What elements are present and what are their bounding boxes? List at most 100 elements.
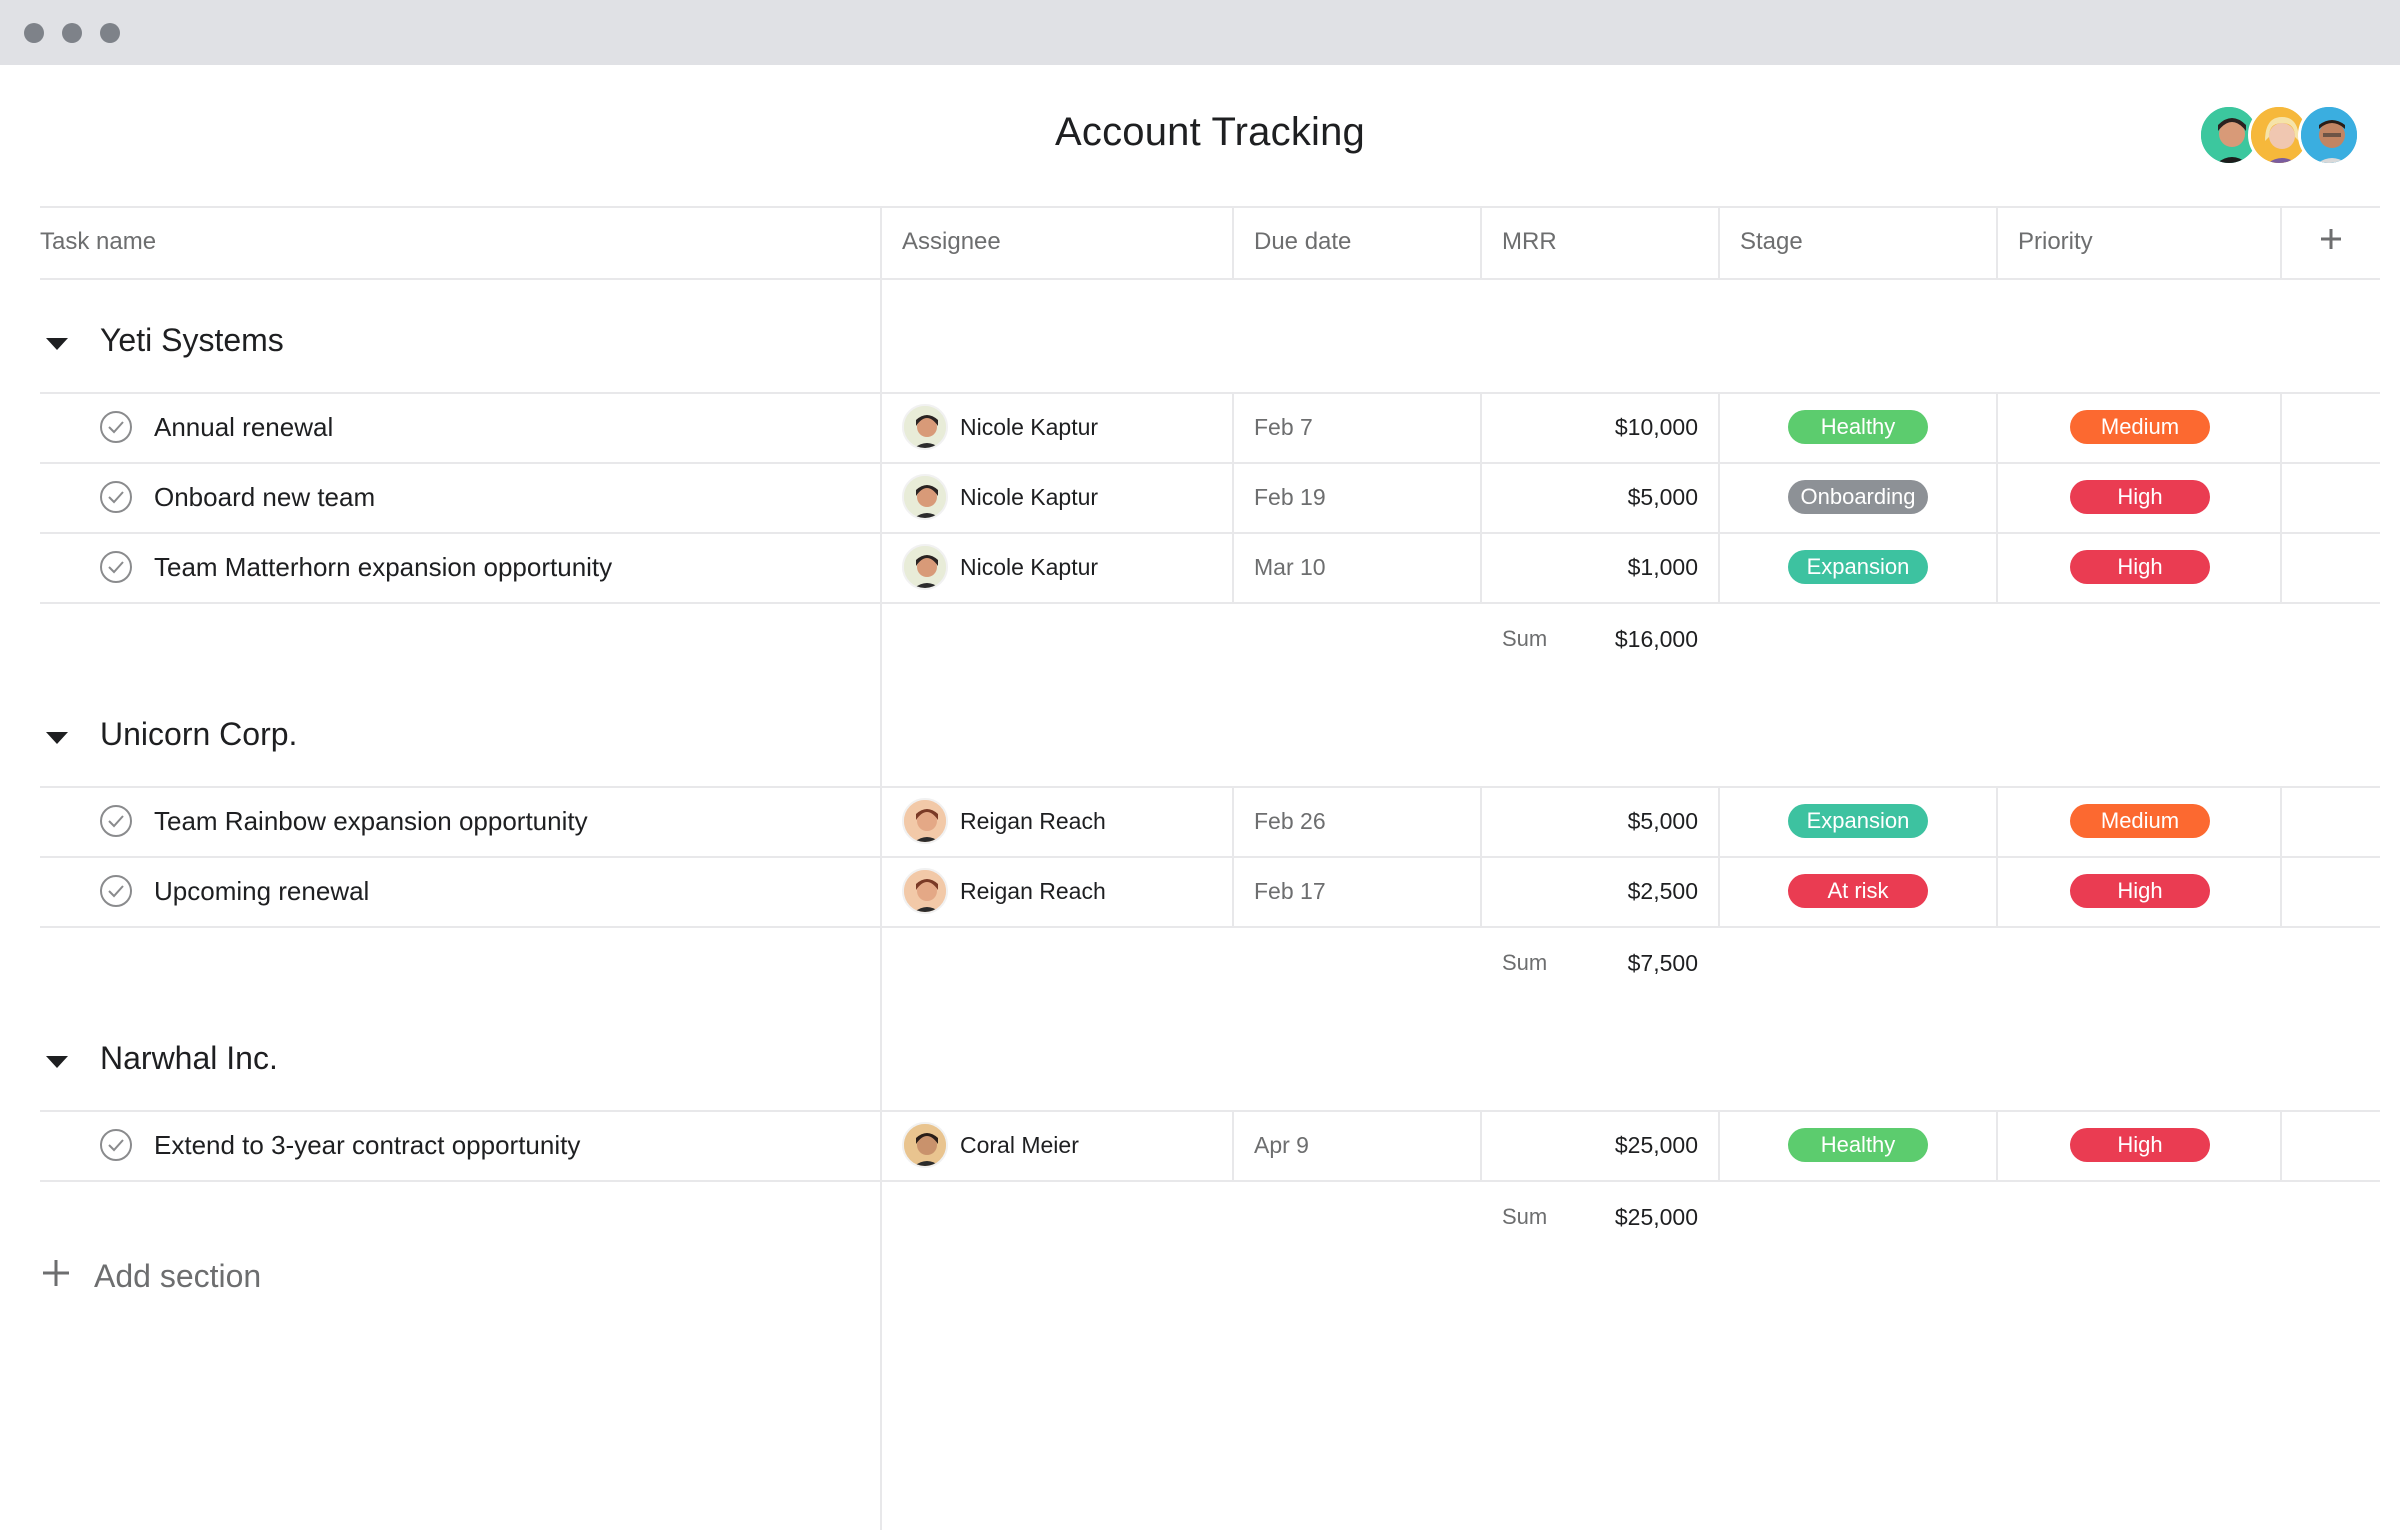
column-header-stage[interactable]: Stage xyxy=(1740,228,1803,256)
page-title: Account Tracking xyxy=(1054,110,1366,154)
priority-badge[interactable]: High xyxy=(2070,550,2210,584)
column-divider xyxy=(1718,856,1720,926)
task-complete-checkbox[interactable] xyxy=(100,481,132,513)
member-avatar[interactable] xyxy=(2298,104,2360,166)
column-divider xyxy=(1232,532,1234,602)
mrr-value[interactable]: $5,000 xyxy=(1518,808,1698,835)
stage-badge[interactable]: Expansion xyxy=(1788,550,1928,584)
task-complete-checkbox[interactable] xyxy=(100,411,132,443)
priority-badge[interactable]: Medium xyxy=(2070,804,2210,838)
section-title[interactable]: Unicorn Corp. xyxy=(100,716,297,753)
task-complete-checkbox[interactable] xyxy=(100,875,132,907)
due-date[interactable]: Mar 10 xyxy=(1254,554,1326,581)
person-icon xyxy=(904,1124,946,1166)
row-divider xyxy=(40,1180,2380,1182)
column-header-task-name[interactable]: Task name xyxy=(40,228,156,256)
column-divider xyxy=(1232,1110,1234,1180)
task-name[interactable]: Team Rainbow expansion opportunity xyxy=(154,806,588,837)
priority-badge[interactable]: High xyxy=(2070,480,2210,514)
task-column-divider xyxy=(880,206,882,1530)
stage-badge[interactable]: Expansion xyxy=(1788,804,1928,838)
column-divider xyxy=(1996,392,1998,462)
column-header-due-date[interactable]: Due date xyxy=(1254,228,1351,256)
mrr-value[interactable]: $5,000 xyxy=(1518,484,1698,511)
priority-badge[interactable]: High xyxy=(2070,1128,2210,1162)
section-title[interactable]: Narwhal Inc. xyxy=(100,1040,278,1077)
task-name[interactable]: Extend to 3-year contract opportunity xyxy=(154,1130,580,1161)
plus-icon xyxy=(40,1256,72,1296)
assignee-name[interactable]: Nicole Kaptur xyxy=(960,414,1098,441)
due-date[interactable]: Feb 26 xyxy=(1254,808,1326,835)
column-divider xyxy=(1480,206,1482,278)
assignee-name[interactable]: Reigan Reach xyxy=(960,878,1106,905)
person-icon xyxy=(904,800,946,842)
priority-badge[interactable]: Medium xyxy=(2070,410,2210,444)
person-icon xyxy=(904,870,946,912)
due-date[interactable]: Feb 7 xyxy=(1254,414,1313,441)
assignee-name[interactable]: Coral Meier xyxy=(960,1132,1079,1159)
column-divider xyxy=(1480,392,1482,462)
mrr-value[interactable]: $25,000 xyxy=(1518,1132,1698,1159)
task-complete-checkbox[interactable] xyxy=(100,551,132,583)
row-divider xyxy=(40,1110,2380,1112)
mrr-value[interactable]: $2,500 xyxy=(1518,878,1698,905)
section-collapse-caret-icon[interactable] xyxy=(46,732,68,744)
priority-badge[interactable]: High xyxy=(2070,874,2210,908)
row-divider xyxy=(40,926,2380,928)
person-icon xyxy=(904,476,946,518)
column-header-mrr[interactable]: MRR xyxy=(1502,228,1557,256)
column-divider xyxy=(1996,206,1998,278)
due-date[interactable]: Feb 17 xyxy=(1254,878,1326,905)
column-divider xyxy=(1232,206,1234,278)
plus-icon xyxy=(2321,229,2341,249)
mrr-value[interactable]: $1,000 xyxy=(1518,554,1698,581)
assignee-avatar[interactable] xyxy=(902,868,948,914)
person-icon xyxy=(904,406,946,448)
add-column-button[interactable] xyxy=(2318,226,2344,252)
check-icon xyxy=(108,421,124,434)
column-divider xyxy=(1232,786,1234,856)
task-complete-checkbox[interactable] xyxy=(100,805,132,837)
column-header-priority[interactable]: Priority xyxy=(2018,228,2093,256)
add-section-label: Add section xyxy=(94,1258,262,1294)
column-divider xyxy=(1996,1110,1998,1180)
assignee-avatar[interactable] xyxy=(902,1122,948,1168)
column-divider xyxy=(1718,786,1720,856)
column-divider xyxy=(1718,462,1720,532)
project-members[interactable] xyxy=(2198,104,2362,166)
assignee-name[interactable]: Nicole Kaptur xyxy=(960,554,1098,581)
column-divider xyxy=(1480,786,1482,856)
column-divider xyxy=(2280,462,2282,532)
task-name[interactable]: Annual renewal xyxy=(154,412,333,443)
window-minimize-button[interactable] xyxy=(62,23,82,43)
assignee-name[interactable]: Nicole Kaptur xyxy=(960,484,1098,511)
section-title[interactable]: Yeti Systems xyxy=(100,322,284,359)
task-name[interactable]: Onboard new team xyxy=(154,482,375,513)
mrr-value[interactable]: $10,000 xyxy=(1518,414,1698,441)
assignee-avatar[interactable] xyxy=(902,544,948,590)
task-name[interactable]: Upcoming renewal xyxy=(154,876,369,907)
stage-badge[interactable]: At risk xyxy=(1788,874,1928,908)
assignee-name[interactable]: Reigan Reach xyxy=(960,808,1106,835)
stage-badge[interactable]: Healthy xyxy=(1788,410,1928,444)
window-titlebar xyxy=(0,0,2400,65)
section-collapse-caret-icon[interactable] xyxy=(46,338,68,350)
section-collapse-caret-icon[interactable] xyxy=(46,1056,68,1068)
row-divider xyxy=(40,392,2380,394)
window-close-button[interactable] xyxy=(24,23,44,43)
section-sum-value: $25,000 xyxy=(1614,1204,1698,1230)
assignee-avatar[interactable] xyxy=(902,474,948,520)
window-zoom-button[interactable] xyxy=(100,23,120,43)
column-divider xyxy=(1480,532,1482,602)
column-header-assignee[interactable]: Assignee xyxy=(902,228,1001,256)
person-icon xyxy=(2301,107,2357,163)
task-complete-checkbox[interactable] xyxy=(100,1129,132,1161)
due-date[interactable]: Apr 9 xyxy=(1254,1132,1309,1159)
assignee-avatar[interactable] xyxy=(902,798,948,844)
assignee-avatar[interactable] xyxy=(902,404,948,450)
section-sum-value: $7,500 xyxy=(1627,950,1698,976)
task-name[interactable]: Team Matterhorn expansion opportunity xyxy=(154,552,612,583)
stage-badge[interactable]: Onboarding xyxy=(1788,480,1928,514)
stage-badge[interactable]: Healthy xyxy=(1788,1128,1928,1162)
due-date[interactable]: Feb 19 xyxy=(1254,484,1326,511)
